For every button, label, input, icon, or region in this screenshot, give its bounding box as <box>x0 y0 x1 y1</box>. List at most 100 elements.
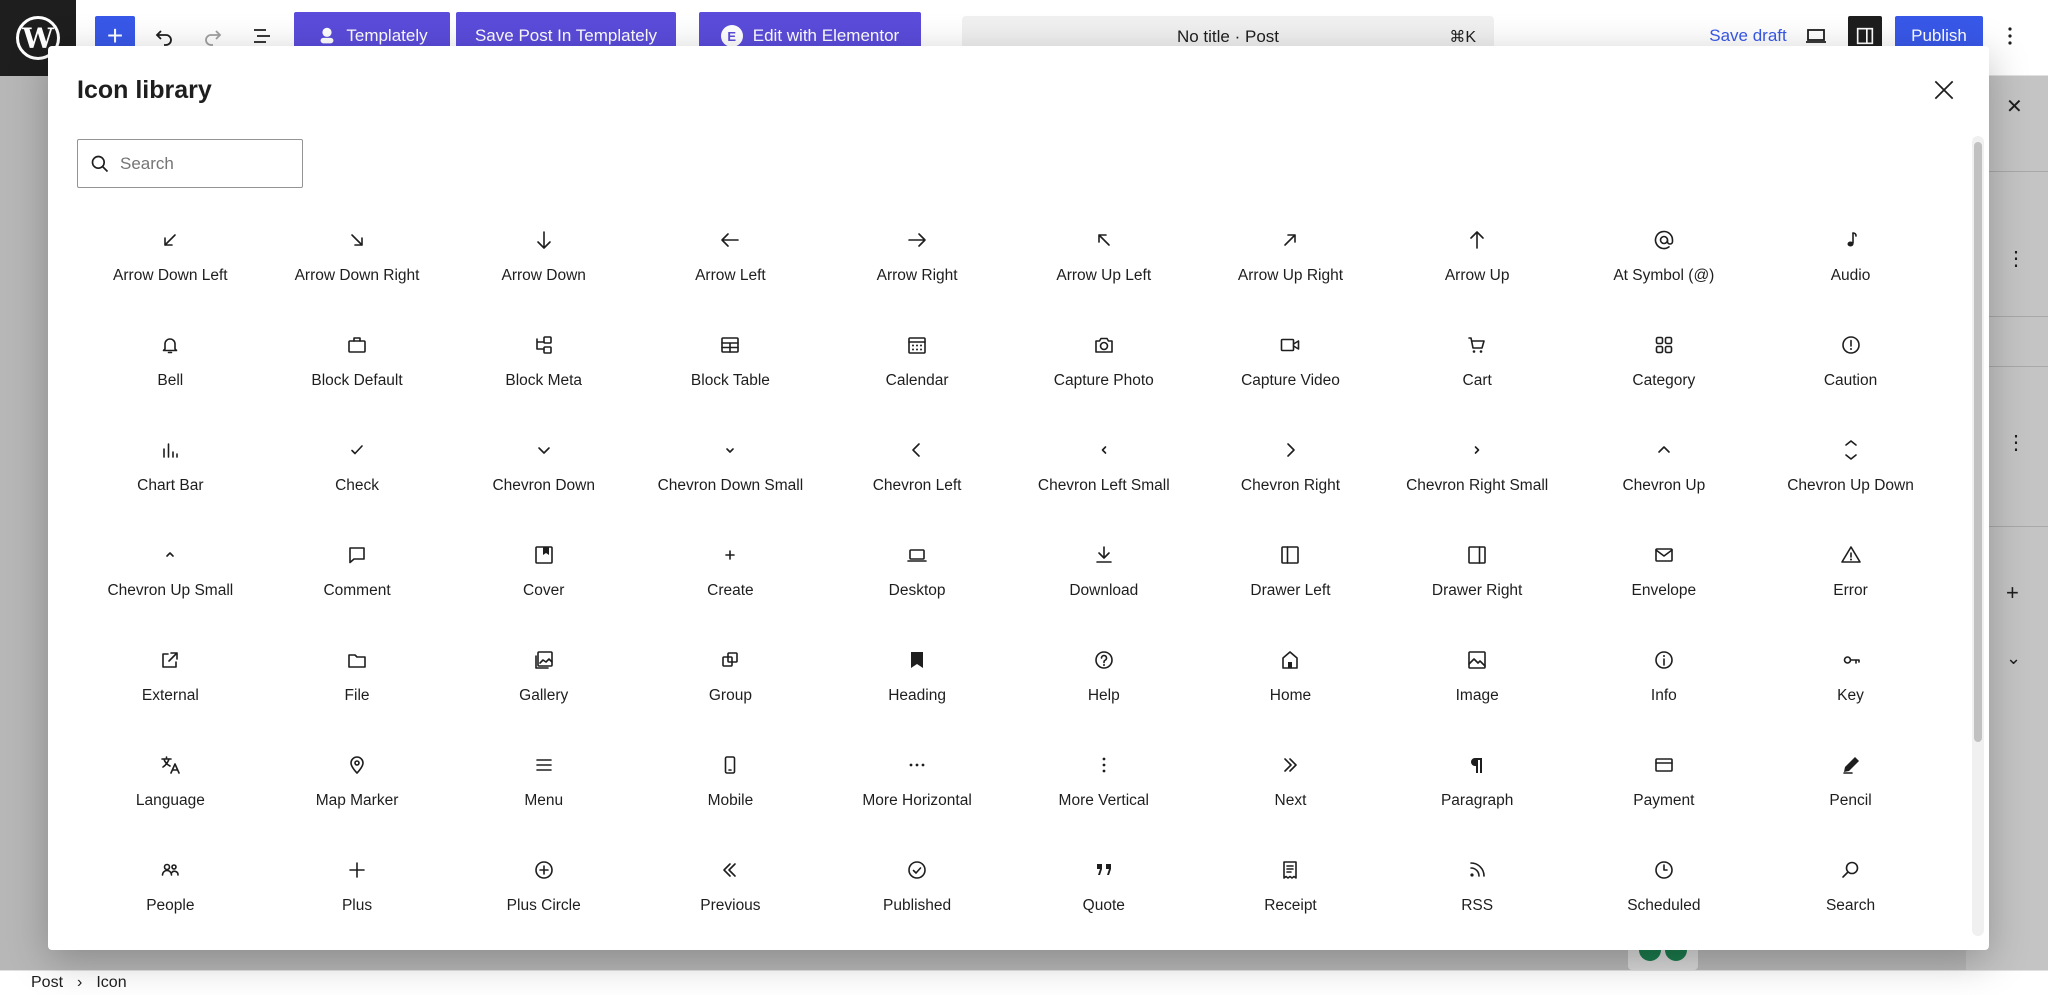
icon-tile-chevron-down-small[interactable]: Chevron Down Small <box>637 426 824 531</box>
icon-tile-mobile[interactable]: Mobile <box>637 741 824 846</box>
icon-tile-comment[interactable]: Comment <box>264 531 451 636</box>
icon-tile-more-horizontal[interactable]: More Horizontal <box>824 741 1011 846</box>
icon-tile-gallery[interactable]: Gallery <box>450 636 637 741</box>
icon-tile-download[interactable]: Download <box>1010 531 1197 636</box>
icon-tile-chevron-up-small[interactable]: Chevron Up Small <box>77 531 264 636</box>
icon-label: Chevron Right <box>1240 477 1340 494</box>
icon-tile-block-table[interactable]: Block Table <box>637 321 824 426</box>
icon-tile-file[interactable]: File <box>264 636 451 741</box>
icon-tile-capture-video[interactable]: Capture Video <box>1197 321 1384 426</box>
icon-tile-capture-photo[interactable]: Capture Photo <box>1010 321 1197 426</box>
receipt-icon <box>1278 858 1302 882</box>
icon-tile-external[interactable]: External <box>77 636 264 741</box>
more-vertical-icon[interactable]: ⋮ <box>2006 430 2026 455</box>
icon-tile-plus[interactable]: Plus <box>264 846 451 944</box>
icon-tile-create[interactable]: Create <box>637 531 824 636</box>
icon-tile-error[interactable]: Error <box>1757 531 1944 636</box>
search-field[interactable] <box>77 139 303 188</box>
breadcrumb-icon[interactable]: Icon <box>96 974 126 992</box>
icon-tile-arrow-down-left[interactable]: Arrow Down Left <box>77 216 264 321</box>
cart-icon <box>1465 333 1489 357</box>
icon-tile-plus-circle[interactable]: Plus Circle <box>450 846 637 944</box>
icon-tile-arrow-right[interactable]: Arrow Right <box>824 216 1011 321</box>
icon-tile-menu[interactable]: Menu <box>450 741 637 846</box>
icon-tile-chevron-right-small[interactable]: Chevron Right Small <box>1384 426 1571 531</box>
icon-tile-arrow-up-right[interactable]: Arrow Up Right <box>1197 216 1384 321</box>
icon-tile-drawer-right[interactable]: Drawer Right <box>1384 531 1571 636</box>
icon-label: Drawer Right <box>1431 582 1523 599</box>
icon-tile-block-meta[interactable]: Block Meta <box>450 321 637 426</box>
icon-tile-chevron-up[interactable]: Chevron Up <box>1571 426 1758 531</box>
icon-label: More Horizontal <box>862 792 972 809</box>
options-button[interactable] <box>1990 12 2030 60</box>
icon-tile-arrow-down[interactable]: Arrow Down <box>450 216 637 321</box>
more-vertical-icon[interactable]: ⋮ <box>2006 246 2026 271</box>
plus-icon[interactable]: + <box>2006 580 2019 606</box>
scheduled-icon <box>1652 858 1676 882</box>
icon-tile-arrow-left[interactable]: Arrow Left <box>637 216 824 321</box>
chevron-down-icon[interactable]: ⌄ <box>2006 648 2021 669</box>
close-sidebar-icon[interactable]: ✕ <box>2006 94 2023 119</box>
icon-tile-people[interactable]: People <box>77 846 264 944</box>
close-modal-button[interactable] <box>1924 70 1964 110</box>
search-input[interactable] <box>120 153 290 174</box>
icon-tile-desktop[interactable]: Desktop <box>824 531 1011 636</box>
icon-tile-image[interactable]: Image <box>1384 636 1571 741</box>
icon-tile-language[interactable]: Language <box>77 741 264 846</box>
icon-tile-receipt[interactable]: Receipt <box>1197 846 1384 944</box>
icon-tile-payment[interactable]: Payment <box>1571 741 1758 846</box>
icon-tile-heading[interactable]: Heading <box>824 636 1011 741</box>
desktop-view-icon <box>1806 29 1826 43</box>
icon-tile-calendar[interactable]: Calendar <box>824 321 1011 426</box>
icon-tile-check[interactable]: Check <box>264 426 451 531</box>
icon-tile-category[interactable]: Category <box>1571 321 1758 426</box>
icon-tile-pencil[interactable]: Pencil <box>1757 741 1944 846</box>
icon-tile-paragraph[interactable]: Paragraph <box>1384 741 1571 846</box>
icon-tile-block-default[interactable]: Block Default <box>264 321 451 426</box>
icon-tile-previous[interactable]: Previous <box>637 846 824 944</box>
icon-tile-home[interactable]: Home <box>1197 636 1384 741</box>
icon-tile-arrow-down-right[interactable]: Arrow Down Right <box>264 216 451 321</box>
icon-tile-audio[interactable]: Audio <box>1757 216 1944 321</box>
icon-label: Bell <box>157 372 184 389</box>
icon-tile-quote[interactable]: Quote <box>1010 846 1197 944</box>
icon-tile-published[interactable]: Published <box>824 846 1011 944</box>
icon-tile-drawer-left[interactable]: Drawer Left <box>1197 531 1384 636</box>
icon-tile-caution[interactable]: Caution <box>1757 321 1944 426</box>
icon-tile-arrow-up-left[interactable]: Arrow Up Left <box>1010 216 1197 321</box>
capture-video-icon <box>1278 333 1302 357</box>
icon-tile-bell[interactable]: Bell <box>77 321 264 426</box>
icon-tile-info[interactable]: Info <box>1571 636 1758 741</box>
icon-tile-cart[interactable]: Cart <box>1384 321 1571 426</box>
icon-tile-map-marker[interactable]: Map Marker <box>264 741 451 846</box>
scrollbar-thumb[interactable] <box>1974 142 1982 742</box>
icon-tile-chevron-left[interactable]: Chevron Left <box>824 426 1011 531</box>
icon-tile-chevron-down[interactable]: Chevron Down <box>450 426 637 531</box>
modal-title: Icon library <box>77 76 212 104</box>
icon-tile-more-vertical[interactable]: More Vertical <box>1010 741 1197 846</box>
icon-tile-next[interactable]: Next <box>1197 741 1384 846</box>
icon-tile-chevron-right[interactable]: Chevron Right <box>1197 426 1384 531</box>
chevron-up-down-icon <box>1839 438 1863 462</box>
icon-tile-chevron-up-down[interactable]: Chevron Up Down <box>1757 426 1944 531</box>
create-icon <box>718 543 742 567</box>
icon-grid-scroll[interactable]: Arrow Down Left Arrow Down Right Arrow Dow… <box>77 216 1957 944</box>
chevron-right-icon <box>1278 438 1302 462</box>
icon-tile-rss[interactable]: RSS <box>1384 846 1571 944</box>
icon-tile-cover[interactable]: Cover <box>450 531 637 636</box>
more-vertical-icon <box>2008 27 2012 45</box>
icon-tile-envelope[interactable]: Envelope <box>1571 531 1758 636</box>
icon-label: Chart Bar <box>137 477 204 494</box>
icon-tile-help[interactable]: Help <box>1010 636 1197 741</box>
icon-tile-key[interactable]: Key <box>1757 636 1944 741</box>
icon-tile-scheduled[interactable]: Scheduled <box>1571 846 1758 944</box>
icon-tile-at-symbol[interactable]: At Symbol (@) <box>1571 216 1758 321</box>
icon-tile-arrow-up[interactable]: Arrow Up <box>1384 216 1571 321</box>
icon-tile-chevron-left-small[interactable]: Chevron Left Small <box>1010 426 1197 531</box>
icon-tile-group[interactable]: Group <box>637 636 824 741</box>
icon-tile-search[interactable]: Search <box>1757 846 1944 944</box>
breadcrumb-post[interactable]: Post <box>31 974 63 992</box>
icon-tile-chart-bar[interactable]: Chart Bar <box>77 426 264 531</box>
icon-label: Gallery <box>519 687 569 704</box>
scrollbar[interactable] <box>1972 136 1984 936</box>
